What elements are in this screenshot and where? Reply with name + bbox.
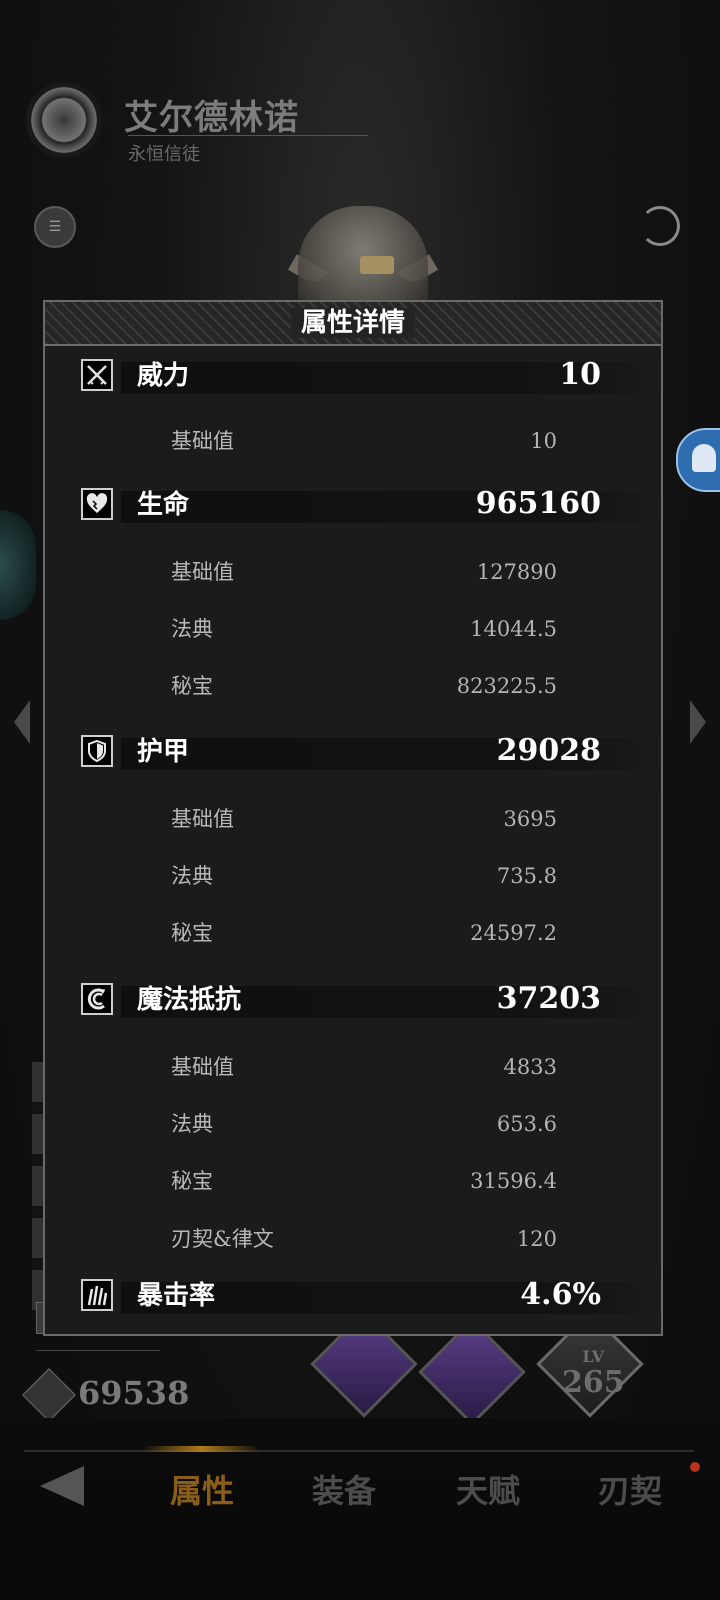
category-value: 29028 (496, 733, 601, 768)
category-health: 生命 965160 (81, 486, 661, 527)
heart-icon (81, 488, 113, 520)
item-label: 秘宝 (171, 1169, 213, 1193)
category-armor: 护甲 29028 (81, 733, 661, 774)
item-value: 3695 (503, 807, 557, 831)
category-crit-rate: 暴击率 4.6% (81, 1277, 661, 1318)
crossed-swords-icon (81, 359, 113, 391)
item-value: 10 (530, 429, 557, 453)
item-label: 基础值 (171, 1055, 234, 1079)
shield-icon (81, 735, 113, 767)
category-value: 37203 (496, 981, 601, 1016)
list-item: 秘宝 31596.4 (171, 1166, 557, 1196)
item-value: 127890 (476, 560, 557, 584)
item-label: 秘宝 (171, 921, 213, 945)
magic-resist-icon (81, 983, 113, 1015)
attribute-list[interactable]: 威力 10 基础值 10 生命 965160 基础值 127890 法典 140… (45, 346, 661, 1334)
list-item: 基础值 10 (171, 426, 557, 456)
hero-name: 艾尔德林诺 (124, 98, 299, 138)
item-value: 653.6 (496, 1112, 557, 1136)
category-name: 生命 (137, 490, 190, 520)
tab-talent[interactable]: 天赋 (456, 1466, 520, 1512)
prev-hero-arrow-icon[interactable] (14, 700, 30, 744)
list-item: 法典 653.6 (171, 1109, 557, 1139)
category-name: 暴击率 (137, 1281, 216, 1311)
item-value: 120 (516, 1227, 557, 1251)
category-power: 威力 10 (81, 357, 661, 398)
power-value: 69538 (78, 1374, 190, 1412)
category-value: 4.6% (520, 1277, 601, 1312)
item-label: 刃契&律文 (171, 1227, 274, 1251)
tab-equipment[interactable]: 装备 (312, 1466, 376, 1512)
item-value: 24597.2 (470, 921, 557, 945)
list-item: 法典 735.8 (171, 861, 557, 891)
back-arrow-icon[interactable] (40, 1466, 84, 1506)
category-name: 威力 (137, 361, 190, 391)
stat-divider (36, 1350, 160, 1351)
list-item: 基础值 127890 (171, 557, 557, 587)
hand-icon (692, 444, 716, 472)
item-label: 基础值 (171, 807, 234, 831)
level-display: LV 265 (562, 1344, 625, 1398)
item-value: 14044.5 (470, 617, 557, 641)
claw-icon (81, 1279, 113, 1311)
item-value: 31596.4 (470, 1169, 557, 1193)
modal-title-wrap: 属性详情 (45, 302, 661, 344)
list-item: 基础值 4833 (171, 1052, 557, 1082)
category-value: 965160 (475, 486, 601, 521)
next-hero-arrow-icon[interactable] (690, 700, 706, 744)
list-item: 秘宝 823225.5 (171, 671, 557, 701)
refresh-icon[interactable] (640, 206, 680, 246)
list-item: 秘宝 24597.2 (171, 918, 557, 948)
category-name: 魔法抵抗 (137, 985, 242, 1015)
menu-button[interactable]: ☰ (34, 206, 76, 248)
level-value: 265 (562, 1365, 625, 1400)
item-label: 基础值 (171, 560, 234, 584)
hero-name-divider (128, 135, 368, 136)
category-magic-resist: 魔法抵抗 37203 (81, 981, 661, 1022)
list-item: 刃契&律文 120 (171, 1224, 557, 1254)
modal-title: 属性详情 (290, 308, 415, 338)
tab-attributes[interactable]: 属性 (170, 1466, 234, 1512)
list-item: 法典 14044.5 (171, 614, 557, 644)
item-label: 法典 (171, 864, 213, 888)
item-label: 秘宝 (171, 674, 213, 698)
item-value: 735.8 (496, 864, 557, 888)
category-name: 护甲 (137, 737, 190, 767)
notification-dot (690, 1462, 700, 1472)
tab-blade-pact[interactable]: 刃契 (598, 1466, 662, 1512)
character-crown (360, 256, 394, 274)
active-tab-glow (142, 1446, 260, 1452)
attribute-details-modal: 属性详情 威力 10 基础值 10 生命 965160 基础值 127890 法… (43, 300, 663, 1336)
item-value: 4833 (503, 1055, 557, 1079)
faction-emblem-icon (26, 82, 102, 158)
item-label: 法典 (171, 617, 213, 641)
item-value: 823225.5 (456, 674, 557, 698)
bottom-divider (24, 1450, 694, 1452)
category-value: 10 (559, 357, 601, 392)
list-item: 基础值 3695 (171, 804, 557, 834)
item-label: 基础值 (171, 429, 234, 453)
item-label: 法典 (171, 1112, 213, 1136)
hero-subtitle: 永恒信徒 (128, 144, 200, 165)
